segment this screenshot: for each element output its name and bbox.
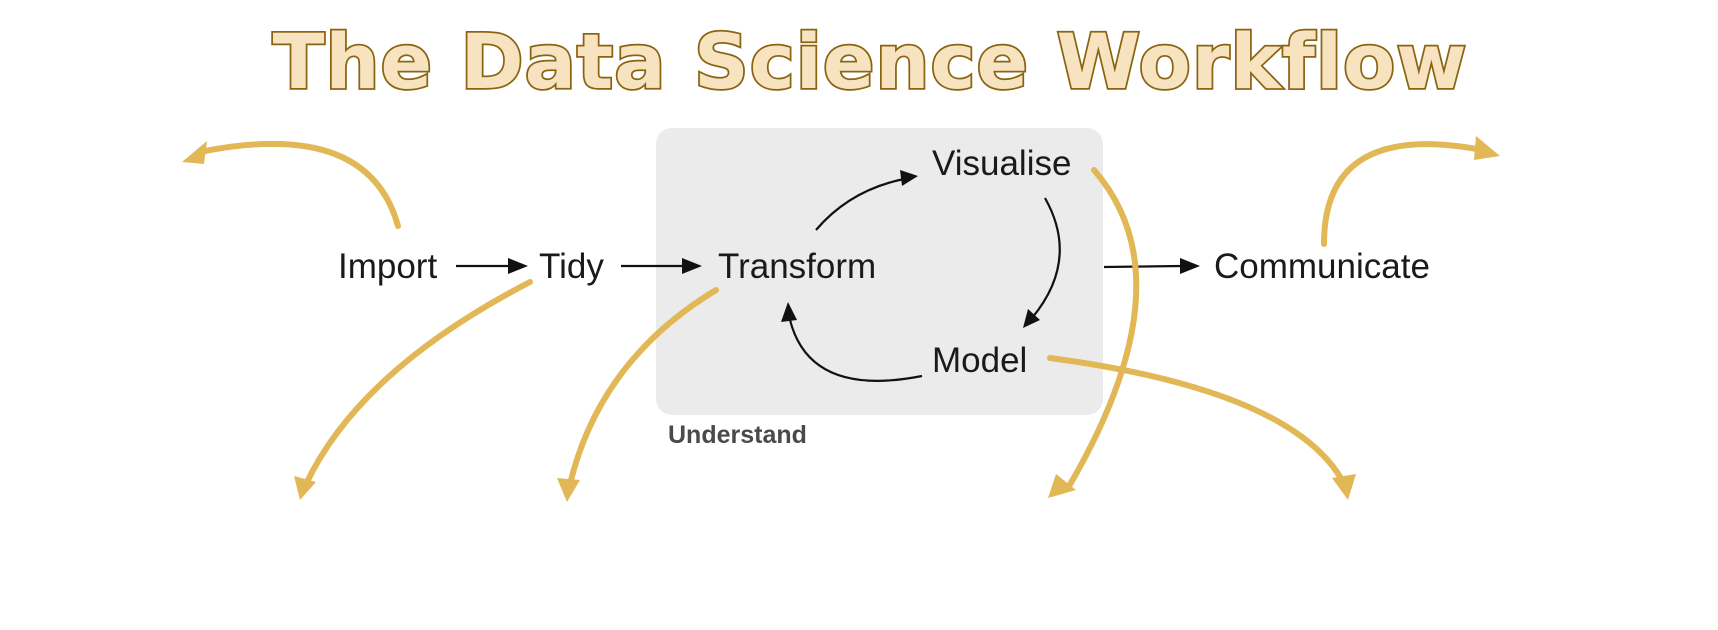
node-tidy: Tidy [539,247,604,286]
node-communicate: Communicate [1214,247,1430,286]
diagram-title: The Data Science Workflow [273,17,1468,106]
gold-arrow-communicate [1321,136,1500,247]
flow-arrow-understand-to-communicate [1103,258,1200,274]
node-transform: Transform [718,247,876,286]
node-import: Import [338,247,437,286]
understand-group-label: Understand [668,421,807,449]
workflow-diagram: The Data Science Workflow Understand Imp… [182,15,1500,502]
gold-arrow-import [182,140,401,229]
node-model: Model [932,341,1027,380]
gold-arrow-tidy [294,279,533,500]
node-visualise: Visualise [932,144,1071,183]
flow-arrow-import-to-tidy [456,258,528,274]
